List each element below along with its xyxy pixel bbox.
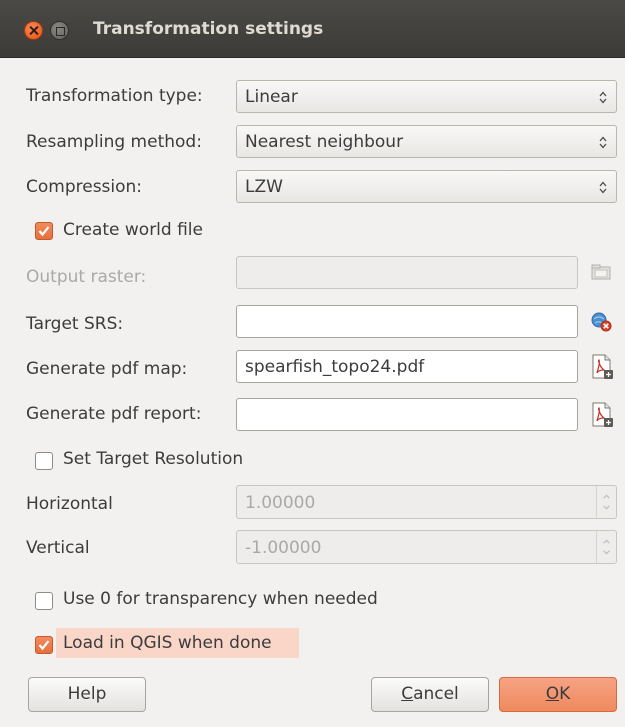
updown-arrow-icon <box>599 136 607 149</box>
cancel-label-rest: ancel <box>413 684 459 704</box>
folder-icon <box>591 264 611 280</box>
set-target-resolution-checkbox[interactable] <box>35 452 53 470</box>
close-icon[interactable] <box>24 21 43 40</box>
checkmark-icon <box>38 640 50 651</box>
vertical-value: -1.00000 <box>245 538 322 558</box>
compression-label: Compression: <box>26 177 143 197</box>
help-button[interactable]: Help <box>28 677 146 712</box>
cancel-button[interactable]: Cancel <box>371 677 489 712</box>
ok-button[interactable]: OK <box>499 677 617 712</box>
vertical-label: Vertical <box>26 538 90 558</box>
compression-select[interactable]: LZW <box>236 170 617 203</box>
horizontal-label: Horizontal <box>26 494 113 514</box>
resampling-method-label: Resampling method: <box>26 132 202 152</box>
updown-arrow-icon <box>599 91 607 104</box>
compression-value: LZW <box>245 177 283 197</box>
create-world-file-checkbox[interactable] <box>35 222 53 240</box>
horizontal-spinbox: 1.00000 <box>236 485 617 519</box>
target-srs-label: Target SRS: <box>26 314 124 334</box>
checkmark-icon <box>38 226 50 237</box>
generate-pdf-map-input[interactable]: spearfish_topo24.pdf <box>236 350 578 383</box>
pdf-file-icon[interactable] <box>587 352 616 381</box>
generate-pdf-report-input[interactable] <box>236 398 578 431</box>
target-srs-input[interactable] <box>236 305 578 338</box>
output-raster-label: Output raster: <box>26 267 147 287</box>
use-zero-transparency-checkbox[interactable] <box>35 592 53 610</box>
ok-mnemonic: O <box>545 684 560 704</box>
pdf-file-icon[interactable] <box>587 400 616 429</box>
updown-arrow-icon <box>599 181 607 194</box>
cancel-mnemonic: C <box>401 684 414 704</box>
vertical-spinbox: -1.00000 <box>236 530 617 564</box>
generate-pdf-map-label: Generate pdf map: <box>26 359 188 379</box>
title-bar: Transformation settings <box>0 0 625 58</box>
generate-pdf-report-label: Generate pdf report: <box>26 404 202 424</box>
resampling-method-value: Nearest neighbour <box>245 132 404 152</box>
resampling-method-select[interactable]: Nearest neighbour <box>236 125 617 158</box>
restore-icon[interactable] <box>50 21 69 40</box>
load-in-qgis-checkbox[interactable] <box>35 636 53 654</box>
dialog-window: Transformation settings Transformation t… <box>0 0 625 727</box>
window-title: Transformation settings <box>93 19 324 39</box>
ok-label-rest: K <box>559 684 571 704</box>
transformation-type-label: Transformation type: <box>26 86 203 106</box>
load-in-qgis-label: Load in QGIS when done <box>63 633 272 653</box>
spin-arrows-icon <box>596 531 610 563</box>
transformation-type-select[interactable]: Linear <box>236 80 617 113</box>
horizontal-value: 1.00000 <box>245 493 316 513</box>
create-world-file-label: Create world file <box>63 220 203 240</box>
generate-pdf-map-value: spearfish_topo24.pdf <box>245 357 425 377</box>
select-crs-icon[interactable] <box>587 307 616 336</box>
use-zero-transparency-label: Use 0 for transparency when needed <box>63 589 378 609</box>
transformation-type-value: Linear <box>245 87 298 107</box>
spin-arrows-icon <box>596 486 610 518</box>
set-target-resolution-label: Set Target Resolution <box>63 449 244 469</box>
output-raster-field <box>236 256 578 289</box>
